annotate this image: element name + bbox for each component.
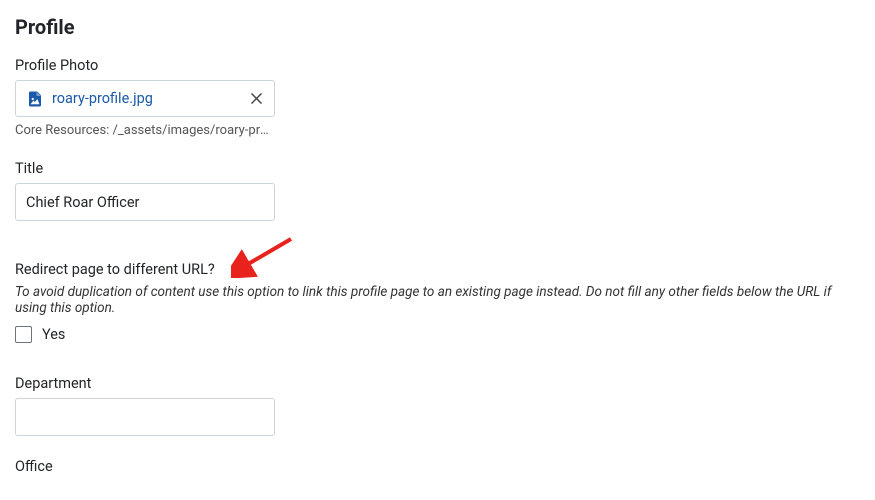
image-file-icon: [26, 90, 44, 108]
department-label: Department: [15, 375, 860, 392]
department-input[interactable]: [15, 398, 275, 436]
profile-photo-path: Core Resources: /_assets/images/roary-pr…: [15, 123, 275, 138]
profile-photo-label: Profile Photo: [15, 57, 860, 74]
title-label: Title: [15, 160, 860, 177]
redirect-yes-label: Yes: [42, 326, 65, 343]
office-label: Office: [15, 458, 860, 475]
title-input[interactable]: [15, 183, 275, 221]
remove-photo-button[interactable]: [248, 91, 264, 107]
profile-heading: Profile: [15, 15, 860, 39]
redirect-label: Redirect page to different URL?: [15, 261, 860, 278]
office-field: Office: [15, 458, 860, 475]
redirect-yes-checkbox[interactable]: [15, 326, 32, 343]
profile-photo-filename: roary-profile.jpg: [52, 90, 153, 107]
title-field: Title: [15, 160, 860, 221]
redirect-help-text: To avoid duplication of content use this…: [15, 284, 860, 316]
close-icon: [251, 93, 262, 104]
profile-photo-field: Profile Photo roary-profile.jpg Core Res…: [15, 57, 860, 138]
redirect-field: Redirect page to different URL? To avoid…: [15, 261, 860, 343]
department-field: Department: [15, 375, 860, 436]
profile-photo-chip[interactable]: roary-profile.jpg: [15, 80, 275, 117]
